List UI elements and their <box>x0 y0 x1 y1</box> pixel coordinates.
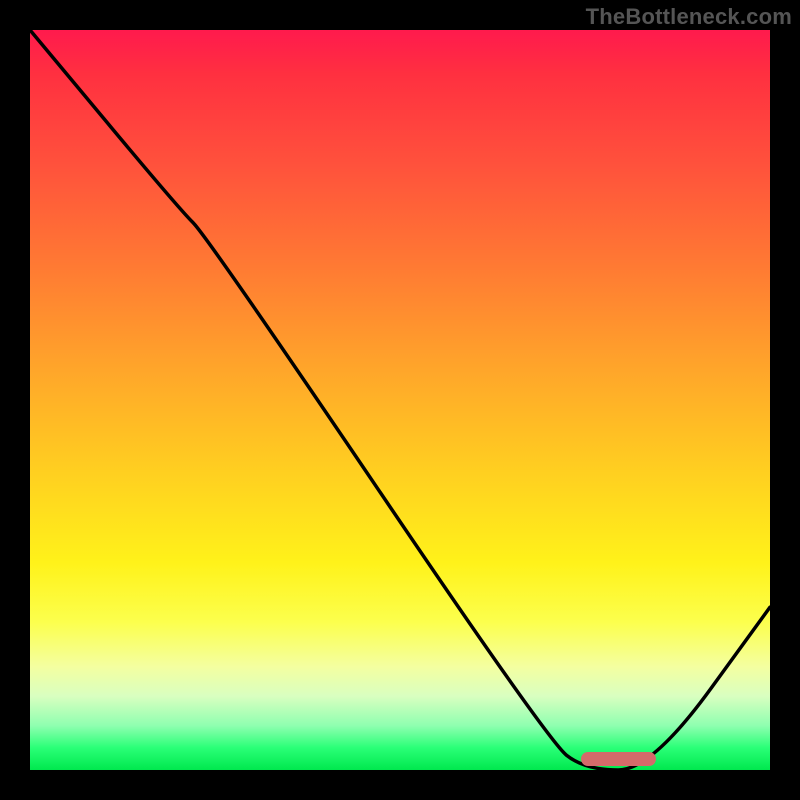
bottleneck-curve <box>30 30 770 770</box>
watermark-text: TheBottleneck.com <box>586 4 792 30</box>
optimal-range-marker <box>581 752 656 766</box>
chart-container: TheBottleneck.com <box>0 0 800 800</box>
plot-area <box>30 30 770 770</box>
